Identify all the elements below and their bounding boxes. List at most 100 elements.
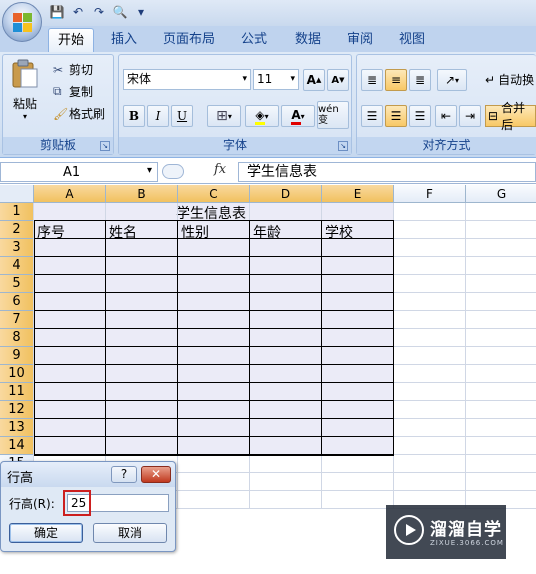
title-bar: 💾 ↶ ↷ 🔍 ▾ [0, 0, 536, 26]
header-cell-gender[interactable]: 性别 [181, 222, 209, 242]
clipboard-launcher-icon[interactable]: ↘ [100, 141, 110, 151]
grow-font-icon: A [306, 73, 316, 87]
office-logo-icon [13, 13, 32, 32]
redo-icon[interactable]: ↷ [90, 3, 108, 21]
row-header-11[interactable]: 11 [0, 383, 34, 401]
bold-icon: B [128, 109, 140, 123]
office-button[interactable] [2, 2, 42, 42]
ok-button[interactable]: 确定 [9, 523, 83, 543]
column-header-d[interactable]: D [250, 185, 322, 203]
align-middle-button[interactable]: ≡ [385, 69, 407, 91]
cut-button[interactable]: ✂ 剪切 [53, 61, 93, 78]
scissors-icon: ✂ [53, 62, 64, 77]
table-border-horizontal [34, 220, 394, 221]
row-header-1[interactable]: 1 [0, 203, 34, 221]
format-painter-button[interactable]: 🖌 格式刷 [53, 105, 105, 122]
column-header-f[interactable]: F [394, 185, 466, 203]
font-color-button[interactable]: A ▾ [281, 105, 315, 127]
highlight-box [63, 490, 91, 516]
column-header-e[interactable]: E [322, 185, 394, 203]
row-header-13[interactable]: 13 [0, 419, 34, 437]
tab-view[interactable]: 视图 [392, 28, 432, 52]
bold-button[interactable]: B [123, 105, 145, 127]
merge-center-label: 合并后 [501, 101, 526, 132]
wrap-text-button[interactable]: ↵ 自动换 [485, 71, 534, 88]
align-center-button[interactable]: ☰ [385, 105, 407, 127]
row-header-4[interactable]: 4 [0, 257, 34, 275]
formula-input[interactable]: 学生信息表 [238, 162, 536, 182]
row-header-5[interactable]: 5 [0, 275, 34, 293]
dialog-title-bar[interactable]: 行高 ? ✕ [1, 462, 175, 487]
column-header-a[interactable]: A [34, 185, 106, 203]
orientation-button[interactable]: ↗ ▾ [437, 69, 467, 91]
header-cell-school[interactable]: 学校 [325, 222, 353, 242]
save-icon[interactable]: 💾 [48, 3, 66, 21]
chevron-down-icon: ▾ [227, 111, 232, 121]
copy-button[interactable]: ⧉ 复制 [53, 83, 93, 100]
font-launcher-icon[interactable]: ↘ [338, 141, 348, 151]
tab-page-layout[interactable]: 页面布局 [158, 28, 220, 52]
customize-qat-icon[interactable]: ▾ [132, 3, 150, 21]
table-border-horizontal [34, 256, 394, 257]
header-cell-age[interactable]: 年龄 [253, 222, 281, 242]
header-cell-index[interactable]: 序号 [37, 222, 65, 242]
formula-zoom-handle[interactable] [162, 164, 184, 179]
row-header-7[interactable]: 7 [0, 311, 34, 329]
row-header-9[interactable]: 9 [0, 347, 34, 365]
insert-function-icon[interactable]: fx [214, 162, 226, 177]
column-header-c[interactable]: C [178, 185, 250, 203]
help-button[interactable]: ? [111, 466, 137, 483]
row-header-14[interactable]: 14 [0, 437, 34, 455]
font-name-select[interactable]: 宋体 ▾ [123, 69, 251, 90]
align-left-button[interactable]: ☰ [361, 105, 383, 127]
underline-button[interactable]: U [171, 105, 193, 127]
close-button[interactable]: ✕ [141, 466, 171, 483]
table-border-horizontal [34, 436, 394, 437]
row-header-8[interactable]: 8 [0, 329, 34, 347]
font-size-select[interactable]: 11 ▾ [253, 69, 299, 90]
undo-icon[interactable]: ↶ [69, 3, 87, 21]
row-header-10[interactable]: 10 [0, 365, 34, 383]
format-painter-label: 格式刷 [69, 107, 106, 121]
header-cell-name[interactable]: 姓名 [109, 222, 137, 242]
tab-insert[interactable]: 插入 [104, 28, 144, 52]
tab-home[interactable]: 开始 [48, 28, 94, 52]
merge-center-button[interactable]: ⊟ 合并后 [485, 101, 536, 132]
paste-icon [12, 59, 38, 88]
row-header-6[interactable]: 6 [0, 293, 34, 311]
align-top-button[interactable]: ≣ [361, 69, 383, 91]
grow-font-button[interactable]: A ▲ [303, 69, 325, 91]
align-bottom-button[interactable]: ≣ [409, 69, 431, 91]
table-border-horizontal [34, 400, 394, 401]
increase-indent-button[interactable]: ⇥ [459, 105, 481, 127]
shrink-font-button[interactable]: A ▼ [327, 69, 349, 91]
paste-button[interactable]: 粘贴 ▾ [11, 59, 39, 121]
tab-formulas[interactable]: 公式 [234, 28, 274, 52]
print-preview-icon[interactable]: 🔍 [111, 3, 129, 21]
select-all-corner[interactable] [0, 185, 34, 203]
align-left-icon: ☰ [366, 109, 378, 123]
borders-button[interactable]: ⊞ ▾ [207, 105, 241, 127]
orientation-icon: ↗ [444, 73, 456, 87]
align-right-icon: ☰ [414, 109, 426, 123]
font-group-label: 字体 [119, 137, 351, 154]
column-header-g[interactable]: G [466, 185, 536, 203]
italic-icon: I [155, 109, 161, 123]
fill-color-button[interactable]: ◈ ▾ [245, 105, 279, 127]
phonetic-button[interactable]: wén 变 [317, 101, 349, 129]
row-header-3[interactable]: 3 [0, 239, 34, 257]
font-color-icon: A [291, 108, 301, 125]
align-right-button[interactable]: ☰ [409, 105, 431, 127]
tab-review[interactable]: 审阅 [340, 28, 380, 52]
cancel-button[interactable]: 取消 [93, 523, 167, 543]
column-header-b[interactable]: B [106, 185, 178, 203]
decrease-indent-button[interactable]: ⇤ [435, 105, 457, 127]
merge-center-icon: ⊟ [488, 109, 499, 123]
align-middle-icon: ≡ [390, 73, 402, 87]
ribbon: 粘贴 ▾ ✂ 剪切 ⧉ 复制 🖌 格式刷 剪贴板 ↘ 宋体 ▾ 11 ▾ A▲ [0, 52, 536, 158]
tab-data[interactable]: 数据 [288, 28, 328, 52]
italic-button[interactable]: I [147, 105, 169, 127]
name-box[interactable]: A1 ▾ [0, 162, 158, 182]
row-header-12[interactable]: 12 [0, 401, 34, 419]
row-header-2[interactable]: 2 [0, 221, 34, 239]
